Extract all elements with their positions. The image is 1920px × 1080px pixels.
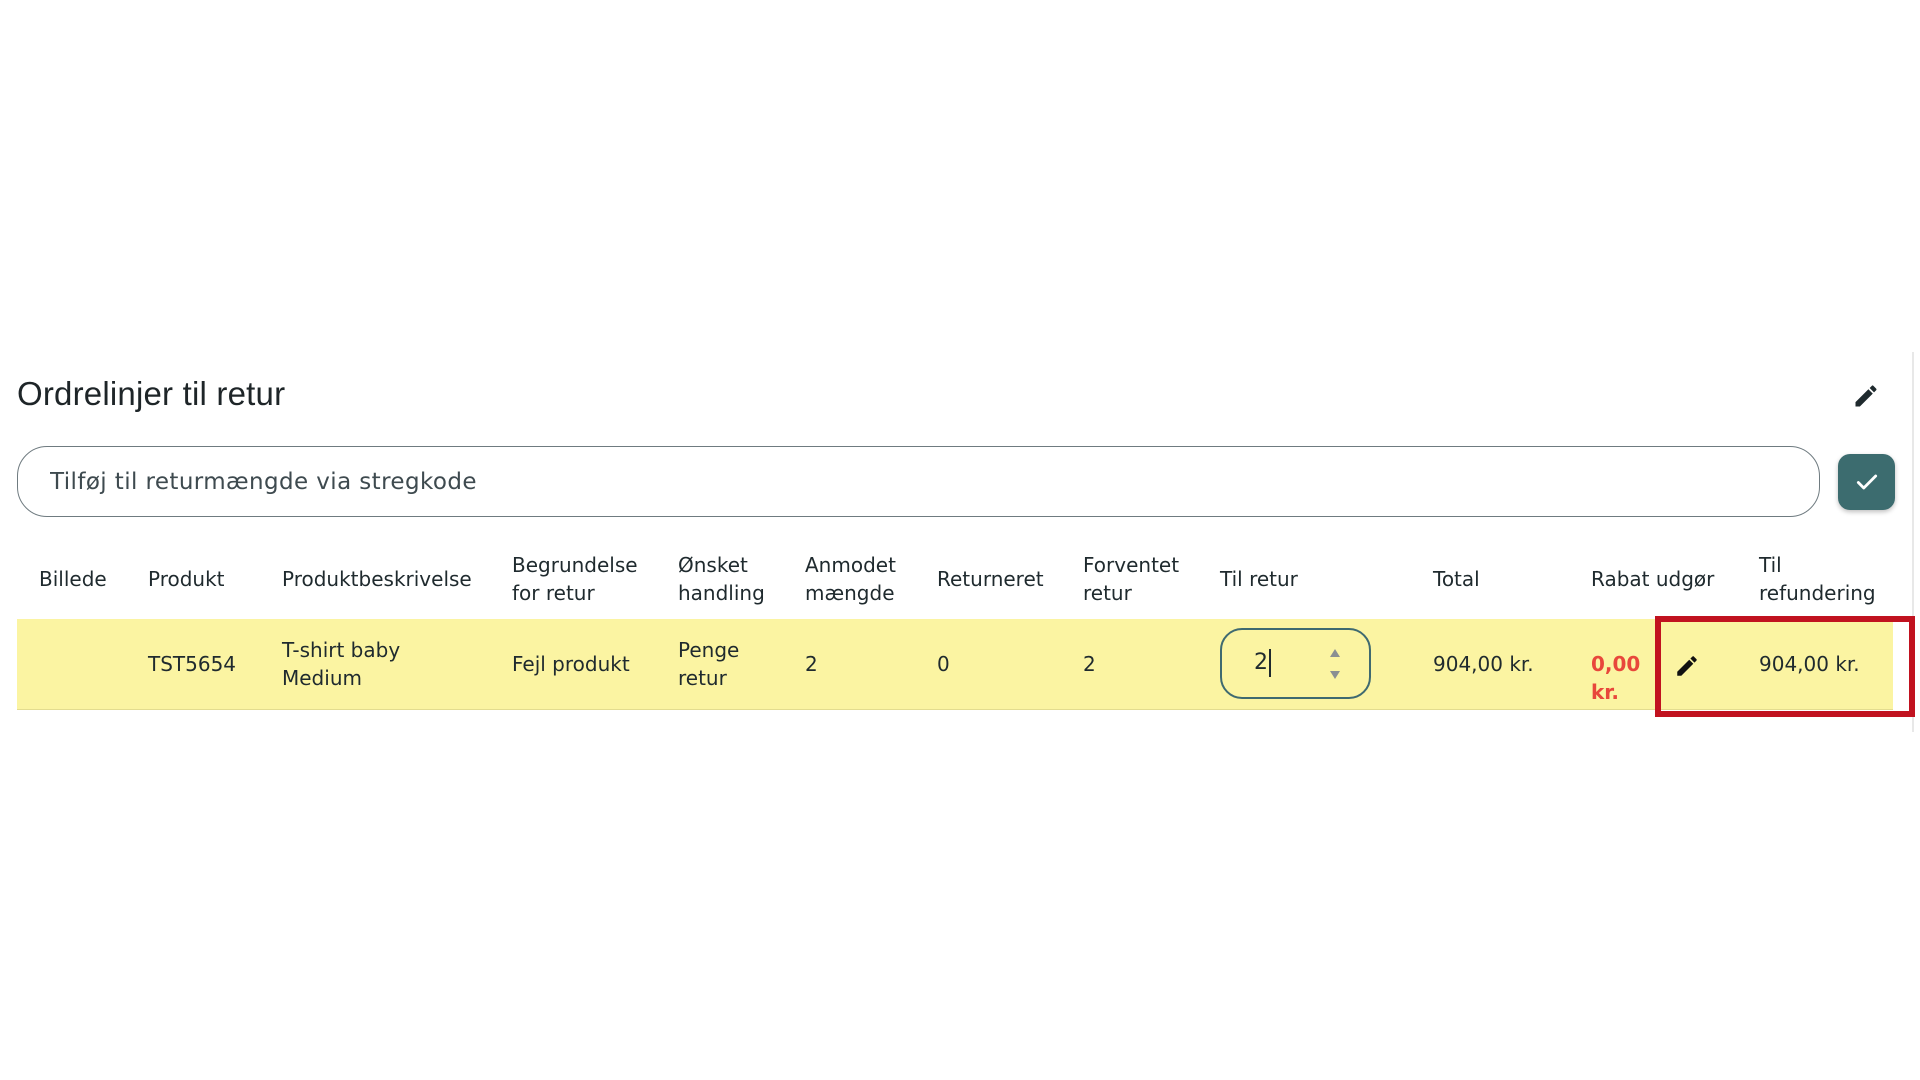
header-requested-qty: Anmodet mængde: [805, 553, 896, 605]
header-product: Produkt: [148, 567, 225, 591]
header-returned: Returneret: [937, 567, 1044, 591]
checkmark-icon: [1856, 474, 1877, 490]
header-image: Billede: [39, 567, 107, 591]
header-total: Total: [1433, 567, 1480, 591]
barcode-input[interactable]: [17, 446, 1820, 517]
cell-return-reason: Fejl produkt: [512, 652, 630, 676]
increment-arrow-icon[interactable]: [1329, 648, 1341, 658]
to-return-quantity-value: 2: [1254, 650, 1268, 675]
page-title: Ordrelinjer til retur: [17, 375, 286, 412]
header-to-return: Til retur: [1220, 567, 1298, 591]
header-refund: Til refundering: [1759, 553, 1876, 605]
header-return-reason: Begrundelse for retur: [512, 553, 638, 605]
cell-desired-action: Penge retur: [678, 638, 740, 690]
header-expected-return: Forventet retur: [1083, 553, 1180, 605]
cell-expected-return: 2: [1083, 652, 1096, 676]
cell-refund: 904,00 kr.: [1759, 652, 1860, 676]
cell-returned: 0: [937, 652, 950, 676]
cell-requested-qty: 2: [805, 652, 818, 676]
header-desired-action: Ønsket handling: [678, 553, 765, 605]
edit-discount-button[interactable]: [1670, 649, 1704, 683]
confirm-barcode-button[interactable]: [1838, 454, 1895, 510]
quantity-stepper[interactable]: [1328, 648, 1342, 680]
edit-lines-button[interactable]: [1850, 380, 1882, 412]
to-return-quantity-input[interactable]: 2: [1220, 628, 1371, 699]
cell-product: TST5654: [148, 652, 237, 676]
cell-total: 904,00 kr.: [1433, 652, 1534, 676]
cell-discount: 0,00 kr.: [1591, 652, 1641, 704]
header-discount: Rabat udgør: [1591, 567, 1715, 591]
cell-description: T-shirt baby Medium: [282, 638, 401, 690]
pencil-icon: [1855, 385, 1877, 407]
text-caret: [1269, 649, 1271, 677]
pencil-icon: [1677, 656, 1697, 676]
row-edge: [1895, 619, 1903, 709]
decrement-arrow-icon[interactable]: [1329, 670, 1341, 680]
panel-border: [1912, 352, 1914, 732]
header-description: Produktbeskrivelse: [282, 567, 472, 591]
cell-discount-clip: 0,00 kr.: [1591, 650, 1655, 706]
